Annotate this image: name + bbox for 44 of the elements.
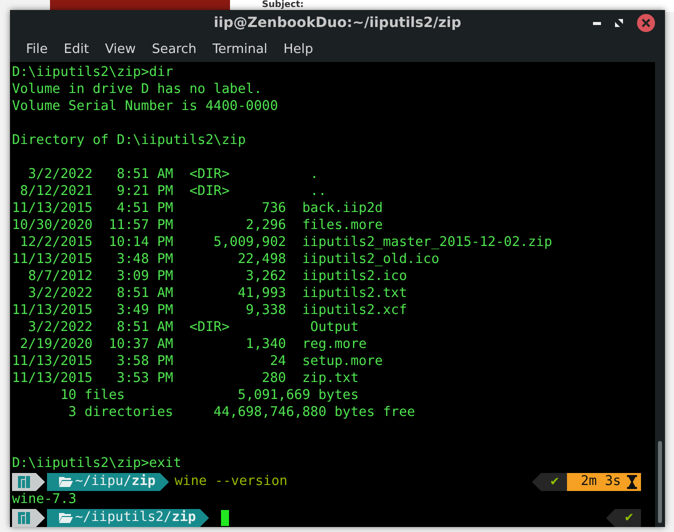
terminal-line: D:\iiputils2\zip>exit	[12, 456, 182, 471]
terminal-line: Volume in drive D has no label.	[12, 82, 262, 97]
segment-arrow-icon	[160, 472, 169, 490]
folder-icon	[59, 512, 73, 523]
terminal-line: 10 files 5,091,669 bytes	[59, 388, 359, 403]
terminal-line: D:\iiputils2\zip>dir	[12, 65, 174, 80]
folder-icon	[59, 476, 73, 487]
menu-item[interactable]: Search	[144, 42, 204, 56]
terminal-line: 11/13/2015 3:49 PM 9,338 iiputils2.xcf	[12, 303, 408, 318]
subject-label: Subject:	[262, 0, 304, 10]
scrollbar[interactable]	[655, 62, 665, 527]
window-title: iip@ZenbookDuo:~/iiputils2/zip	[214, 15, 462, 31]
menu-item[interactable]: Edit	[56, 42, 97, 56]
segment-arrow-icon	[606, 508, 615, 526]
terminal-line: 3/2/2022 8:51 AM 41,993 iiputils2.txt	[27, 286, 408, 301]
maximize-icon[interactable]	[615, 19, 623, 27]
terminal-line: 3/2/2022 8:51 AM <DIR> .	[27, 167, 318, 182]
terminal-line: Volume Serial Number is 4400-0000	[12, 99, 278, 114]
duration-text: 2m 3s	[580, 474, 621, 489]
terminal-line: wine-7.3	[12, 492, 76, 507]
terminal-line: 12/2/2015 10:14 PM 5,009,902 iiputils2_master_2015-12-02.zip	[19, 235, 552, 250]
segment-arrow-icon	[532, 472, 541, 490]
menu-item[interactable]: Help	[275, 42, 322, 56]
terminal-line: 8/12/2021 9:21 PM <DIR> ..	[19, 184, 326, 199]
terminal-line: 11/13/2015 3:53 PM 280 zip.txt	[12, 371, 359, 386]
terminal-line: 10/30/2020 11:57 PM 2,296 files.more	[12, 218, 383, 233]
menu-item[interactable]: View	[96, 42, 144, 56]
terminal-line: 8/7/2012 3:09 PM 3,262 iiputils2.ico	[27, 269, 408, 284]
hourglass-icon	[627, 474, 637, 488]
segment-arrow-icon	[200, 508, 209, 526]
terminal-line: 3 directories 44,698,746,880 bytes free	[67, 405, 416, 420]
terminal-line: 3/2/2022 8:51 AM <DIR> Output	[27, 320, 359, 335]
terminal-line: 2/19/2020 10:37 AM 1,340 reg.more	[19, 337, 367, 352]
menu-item[interactable]: Terminal	[204, 42, 276, 56]
terminal-line: Directory of D:\iiputils2\zip	[12, 133, 246, 148]
prompt-command: wine --version	[174, 474, 288, 489]
minimize-icon[interactable]	[593, 22, 601, 24]
close-icon[interactable]	[637, 14, 655, 32]
terminal-line: 11/13/2015 4:51 PM 736 back.iip2d	[12, 201, 383, 216]
distro-logo-icon	[18, 512, 30, 524]
terminal-line: 11/13/2015 3:58 PM 24 setup.more	[12, 354, 383, 369]
terminal-line: 11/13/2015 3:48 PM 22,498 iiputils2_old.ico	[12, 252, 440, 267]
menu-item[interactable]: File	[18, 42, 56, 56]
distro-logo-icon	[18, 476, 30, 488]
